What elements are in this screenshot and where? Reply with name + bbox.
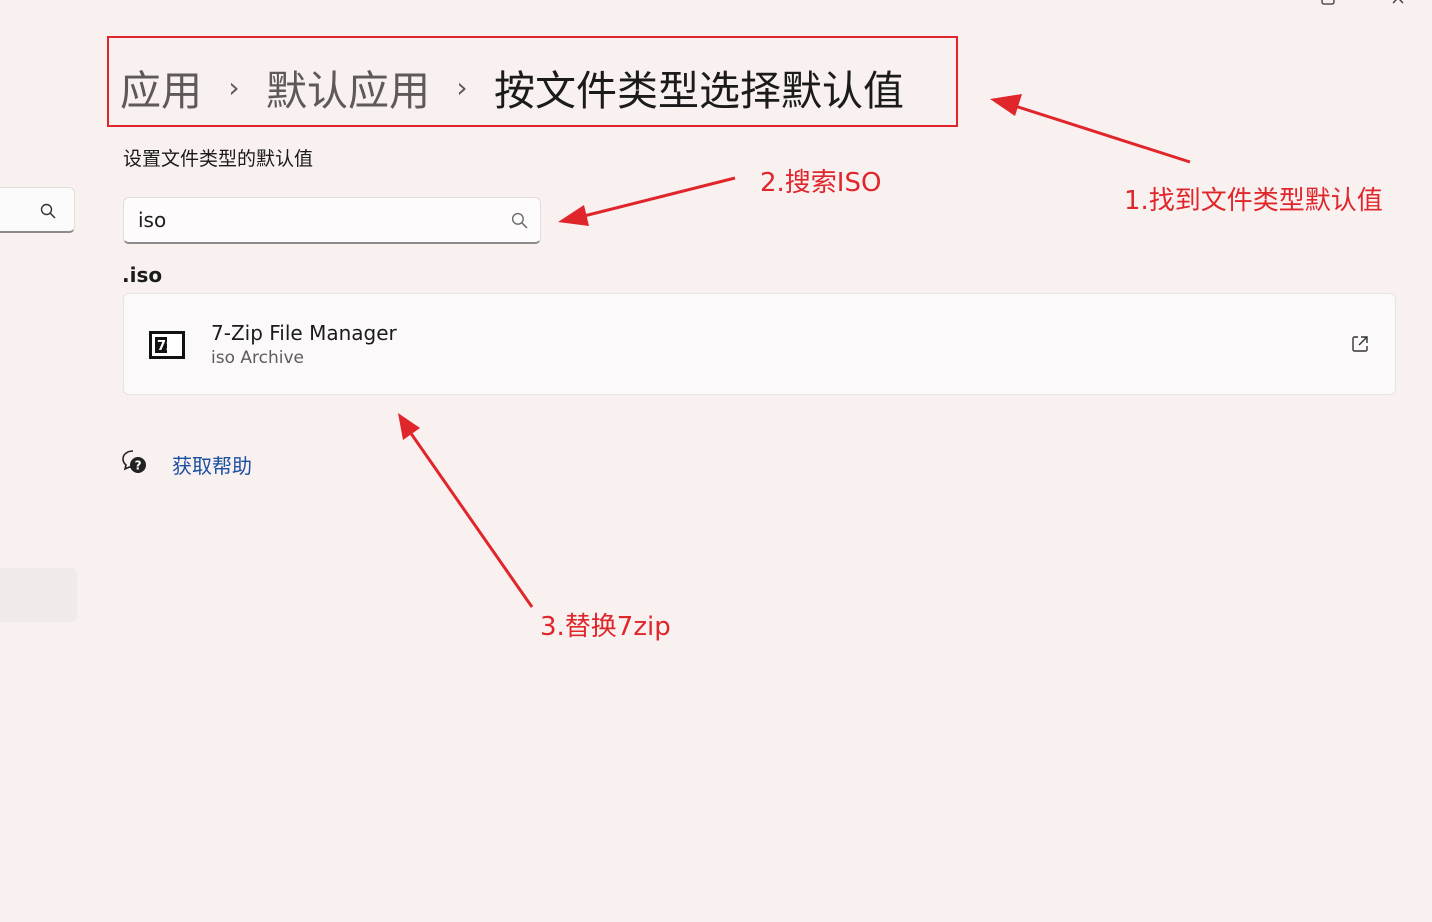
annotation-arrow-2-head — [558, 205, 589, 226]
annotation-step-1: 1.找到文件类型默认值 — [1124, 186, 1383, 216]
svg-text:?: ? — [135, 459, 142, 473]
close-icon[interactable] — [1390, 0, 1406, 6]
extension-label: .iso — [122, 263, 163, 287]
search-icon — [40, 203, 56, 219]
help-chat-icon: ? — [122, 450, 146, 473]
search-icon[interactable] — [511, 212, 528, 229]
breadcrumb-item-default-apps[interactable]: 默认应用 — [266, 57, 430, 117]
breadcrumb: 应用 › 默认应用 › 按文件类型选择默认值 — [120, 57, 904, 117]
app-name: 7-Zip File Manager — [211, 321, 397, 345]
annotation-arrow-1-head — [990, 94, 1022, 116]
file-type-search-input[interactable] — [138, 206, 488, 234]
section-title: 设置文件类型的默认值 — [123, 148, 314, 170]
7zip-icon-text: 7z — [157, 339, 174, 354]
annotation-step-3: 3.替换7zip — [540, 612, 671, 642]
app-subtitle: iso Archive — [211, 348, 304, 368]
annotation-step-2: 2.搜索ISO — [760, 168, 882, 198]
page-title: 按文件类型选择默认值 — [494, 67, 904, 115]
open-external-icon[interactable] — [1350, 334, 1370, 354]
annotation-arrow-3 — [408, 431, 534, 608]
breadcrumb-item-apps[interactable]: 应用 — [120, 57, 202, 117]
annotation-arrow-3-head — [398, 413, 420, 440]
get-help-link[interactable]: 获取帮助 — [172, 450, 252, 479]
7zip-icon: 7z — [149, 331, 185, 359]
file-type-search-box[interactable] — [123, 197, 541, 244]
annotation-arrow-2 — [579, 176, 736, 219]
sidebar-item-selected[interactable] — [0, 568, 77, 622]
sidebar-search-box[interactable] — [0, 187, 75, 233]
default-app-card[interactable]: 7z 7-Zip File Manager iso Archive — [123, 293, 1396, 395]
breadcrumb-separator: › — [456, 70, 468, 104]
breadcrumb-separator: › — [228, 70, 240, 104]
annotation-arrow-1 — [1011, 103, 1191, 164]
maximize-icon[interactable] — [1320, 0, 1336, 6]
